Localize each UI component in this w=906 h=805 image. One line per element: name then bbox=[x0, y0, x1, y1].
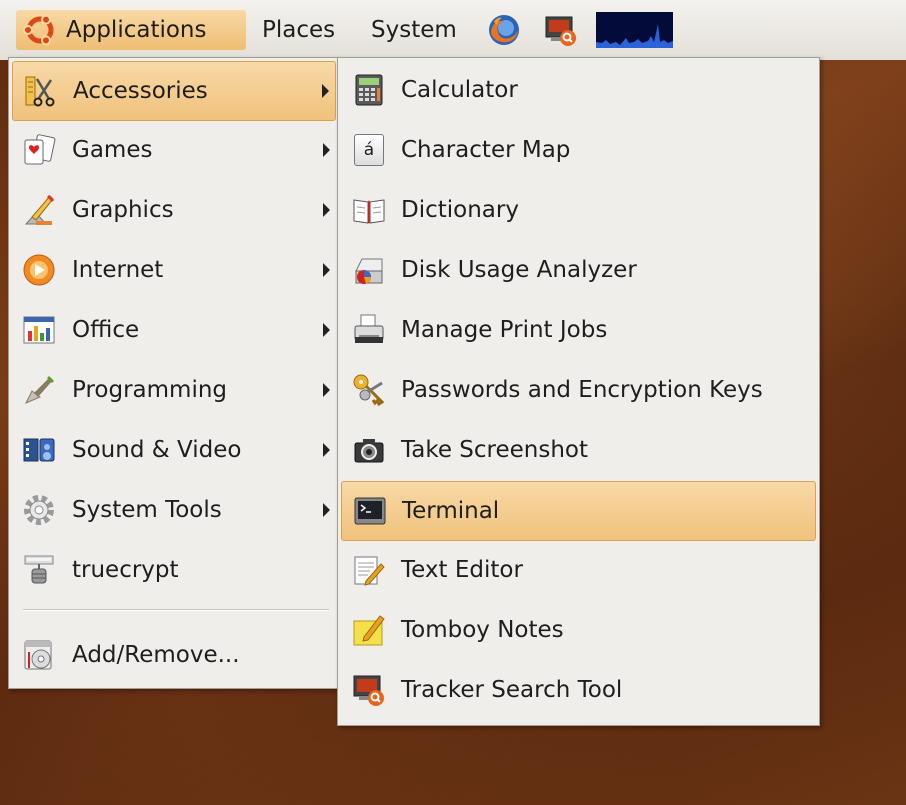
terminal-icon bbox=[352, 493, 388, 529]
menu-item-label: Dictionary bbox=[401, 197, 519, 223]
menu-item-label: Text Editor bbox=[401, 557, 523, 583]
menu-item-tomboy-notes[interactable]: Tomboy Notes bbox=[341, 601, 816, 659]
menu-item-disk-usage-analyzer[interactable]: Disk Usage Analyzer bbox=[341, 241, 816, 299]
accessories-submenu: Calculator á Character Map Dictionary Di… bbox=[337, 57, 820, 726]
system-menu-button[interactable]: System bbox=[371, 10, 457, 50]
system-monitor-icon[interactable] bbox=[596, 12, 673, 48]
menu-item-label: Tomboy Notes bbox=[401, 617, 564, 643]
system-menu-label: System bbox=[371, 17, 457, 43]
menu-item-manage-print-jobs[interactable]: Manage Print Jobs bbox=[341, 301, 816, 359]
menu-item-tracker-search-tool[interactable]: Tracker Search Tool bbox=[341, 661, 816, 719]
submenu-arrow-icon bbox=[322, 84, 329, 98]
places-menu-button[interactable]: Places bbox=[262, 10, 335, 50]
menu-item-label: Tracker Search Tool bbox=[401, 677, 623, 703]
tracker-search-icon[interactable] bbox=[543, 12, 579, 48]
places-menu-label: Places bbox=[262, 17, 336, 43]
menu-item-label: Programming bbox=[72, 377, 228, 403]
character-map-glyph: á bbox=[354, 134, 384, 166]
firefox-icon[interactable] bbox=[486, 12, 522, 48]
camera-icon bbox=[351, 432, 387, 468]
tracker-search-icon bbox=[351, 672, 387, 708]
menu-item-passwords-keys[interactable]: Passwords and Encryption Keys bbox=[341, 361, 816, 419]
menu-item-label: Calculator bbox=[401, 77, 518, 103]
menu-item-label: Add/Remove... bbox=[72, 642, 240, 668]
menu-item-label: Terminal bbox=[402, 498, 500, 524]
menu-item-label: Office bbox=[72, 317, 140, 343]
submenu-arrow-icon bbox=[323, 263, 330, 277]
system-tools-icon bbox=[21, 492, 57, 528]
character-map-icon: á bbox=[351, 132, 387, 168]
menu-item-text-editor[interactable]: Text Editor bbox=[341, 541, 816, 599]
internet-icon bbox=[21, 252, 57, 288]
menu-item-label: Passwords and Encryption Keys bbox=[401, 377, 763, 403]
graphics-icon bbox=[21, 192, 57, 228]
submenu-arrow-icon bbox=[323, 383, 330, 397]
menu-item-sound-video[interactable]: Sound & Video bbox=[12, 421, 336, 479]
applications-menu-label: Applications bbox=[66, 17, 207, 43]
menu-item-label: Accessories bbox=[73, 78, 208, 104]
menu-item-label: Disk Usage Analyzer bbox=[401, 257, 637, 283]
menu-item-label: Sound & Video bbox=[72, 437, 242, 463]
menu-item-add-remove[interactable]: Add/Remove... bbox=[12, 626, 336, 684]
accessories-icon bbox=[22, 73, 58, 109]
submenu-arrow-icon bbox=[323, 323, 330, 337]
menu-item-label: Take Screenshot bbox=[401, 437, 589, 463]
menu-item-dictionary[interactable]: Dictionary bbox=[341, 181, 816, 239]
calculator-icon bbox=[351, 72, 387, 108]
submenu-arrow-icon bbox=[323, 203, 330, 217]
menu-item-terminal[interactable]: Terminal bbox=[341, 481, 816, 541]
menu-item-calculator[interactable]: Calculator bbox=[341, 61, 816, 119]
menu-item-graphics[interactable]: Graphics bbox=[12, 181, 336, 239]
submenu-arrow-icon bbox=[323, 143, 330, 157]
ubuntu-logo-icon bbox=[22, 12, 58, 48]
applications-menu: Accessories Games Graphics Internet Offi… bbox=[8, 57, 340, 689]
menu-item-character-map[interactable]: á Character Map bbox=[341, 121, 816, 179]
menu-item-label: Manage Print Jobs bbox=[401, 317, 608, 343]
menu-item-label: Graphics bbox=[72, 197, 174, 223]
programming-icon bbox=[21, 372, 57, 408]
menu-item-label: System Tools bbox=[72, 497, 222, 523]
submenu-arrow-icon bbox=[323, 503, 330, 517]
truecrypt-icon bbox=[21, 552, 57, 588]
add-remove-icon bbox=[21, 637, 57, 673]
games-icon bbox=[21, 132, 57, 168]
office-icon bbox=[21, 312, 57, 348]
menu-item-truecrypt[interactable]: truecrypt bbox=[12, 541, 336, 599]
top-panel: Applications Places System bbox=[0, 0, 906, 60]
tomboy-icon bbox=[351, 612, 387, 648]
menu-item-accessories[interactable]: Accessories bbox=[12, 61, 336, 121]
applications-menu-button[interactable]: Applications bbox=[16, 10, 246, 50]
disk-usage-icon bbox=[351, 252, 387, 288]
keys-icon bbox=[351, 372, 387, 408]
menu-item-games[interactable]: Games bbox=[12, 121, 336, 179]
text-editor-icon bbox=[351, 552, 387, 588]
submenu-arrow-icon bbox=[323, 443, 330, 457]
printer-icon bbox=[351, 312, 387, 348]
menu-separator bbox=[23, 609, 329, 611]
menu-item-label: Character Map bbox=[401, 137, 571, 163]
menu-item-internet[interactable]: Internet bbox=[12, 241, 336, 299]
menu-item-take-screenshot[interactable]: Take Screenshot bbox=[341, 421, 816, 479]
menu-item-label: Games bbox=[72, 137, 153, 163]
menu-item-system-tools[interactable]: System Tools bbox=[12, 481, 336, 539]
dictionary-icon bbox=[351, 192, 387, 228]
menu-item-label: Internet bbox=[72, 257, 164, 283]
menu-item-office[interactable]: Office bbox=[12, 301, 336, 359]
menu-item-programming[interactable]: Programming bbox=[12, 361, 336, 419]
menu-item-label: truecrypt bbox=[72, 557, 179, 583]
sound-video-icon bbox=[21, 432, 57, 468]
